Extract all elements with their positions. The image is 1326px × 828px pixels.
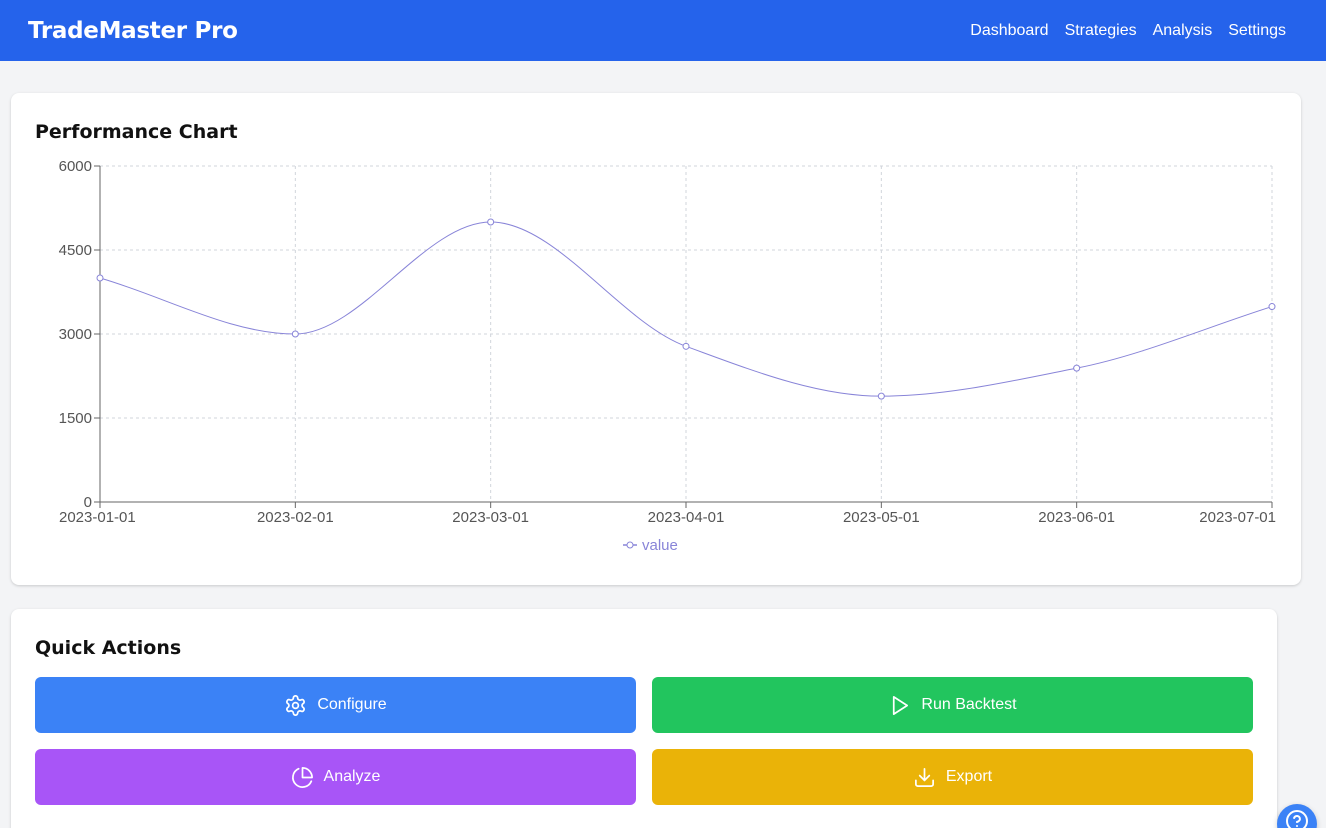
configure-button[interactable]: Configure <box>35 677 636 733</box>
performance-chart: 015003000450060002023-01-01 2023-02-01 202… <box>59 158 1276 554</box>
run-backtest-label: Run Backtest <box>921 696 1017 713</box>
data-point <box>877 392 885 400</box>
configure-label: Configure <box>317 696 387 713</box>
y-tick-label: 4500 <box>59 242 92 259</box>
data-point <box>487 218 495 226</box>
quick-actions-title: Quick Actions <box>35 637 182 659</box>
download-icon <box>914 767 934 787</box>
app-title: TradeMaster Pro <box>28 17 238 44</box>
legend-label: value <box>642 537 678 554</box>
nav-dashboard[interactable]: Dashboard <box>970 22 1048 40</box>
data-point <box>96 274 104 282</box>
x-tick-label: 2023-04-01 <box>648 509 725 526</box>
x-tick-label: 2023-05-01 <box>843 509 920 526</box>
pie-chart-icon <box>291 766 313 788</box>
y-tick-label: 3000 <box>59 326 92 343</box>
export-label: Export <box>945 768 993 785</box>
x-tick-label: 2023-01-01 <box>59 509 136 526</box>
y-tick-label: 1500 <box>59 410 92 427</box>
data-point <box>1268 303 1276 311</box>
data-point <box>291 330 299 338</box>
analyze-label: Analyze <box>323 768 381 785</box>
export-button[interactable]: Export <box>652 749 1253 805</box>
y-tick-label: 6000 <box>59 158 92 175</box>
legend-swatch-dot <box>626 541 634 549</box>
performance-chart-card: 0 1500 3000 4500 6000 2023-01-01 2023-02-01 202… <box>11 93 1301 585</box>
help-button[interactable] <box>1277 804 1317 828</box>
top-navbar: TradeMaster Pro Dashboard Strategies Ana… <box>0 0 1326 61</box>
gear-icon <box>286 694 306 716</box>
nav-analysis[interactable]: Analysis <box>1153 22 1213 40</box>
chart-title: Performance Chart <box>35 121 238 143</box>
data-point <box>682 342 690 350</box>
x-tick-label: 2023-03-01 <box>452 509 529 526</box>
quick-actions-card: Quick Actions Configure Run Backtest Ana… <box>11 609 1277 828</box>
analyze-button[interactable]: Analyze <box>35 749 636 805</box>
nav-settings[interactable]: Settings <box>1228 22 1286 40</box>
nav-strategies[interactable]: Strategies <box>1065 22 1137 40</box>
main-nav: Dashboard Strategies Analysis Settings <box>970 22 1286 40</box>
x-tick-label: 2023-02-01 <box>257 509 334 526</box>
x-tick-label: 2023-06-01 <box>1038 509 1115 526</box>
data-point <box>1073 364 1081 372</box>
x-tick-label: 2023-07-01 <box>1199 509 1276 526</box>
run-backtest-button[interactable]: Run Backtest <box>652 677 1253 733</box>
help-icon <box>1286 810 1308 828</box>
play-icon <box>893 695 909 715</box>
